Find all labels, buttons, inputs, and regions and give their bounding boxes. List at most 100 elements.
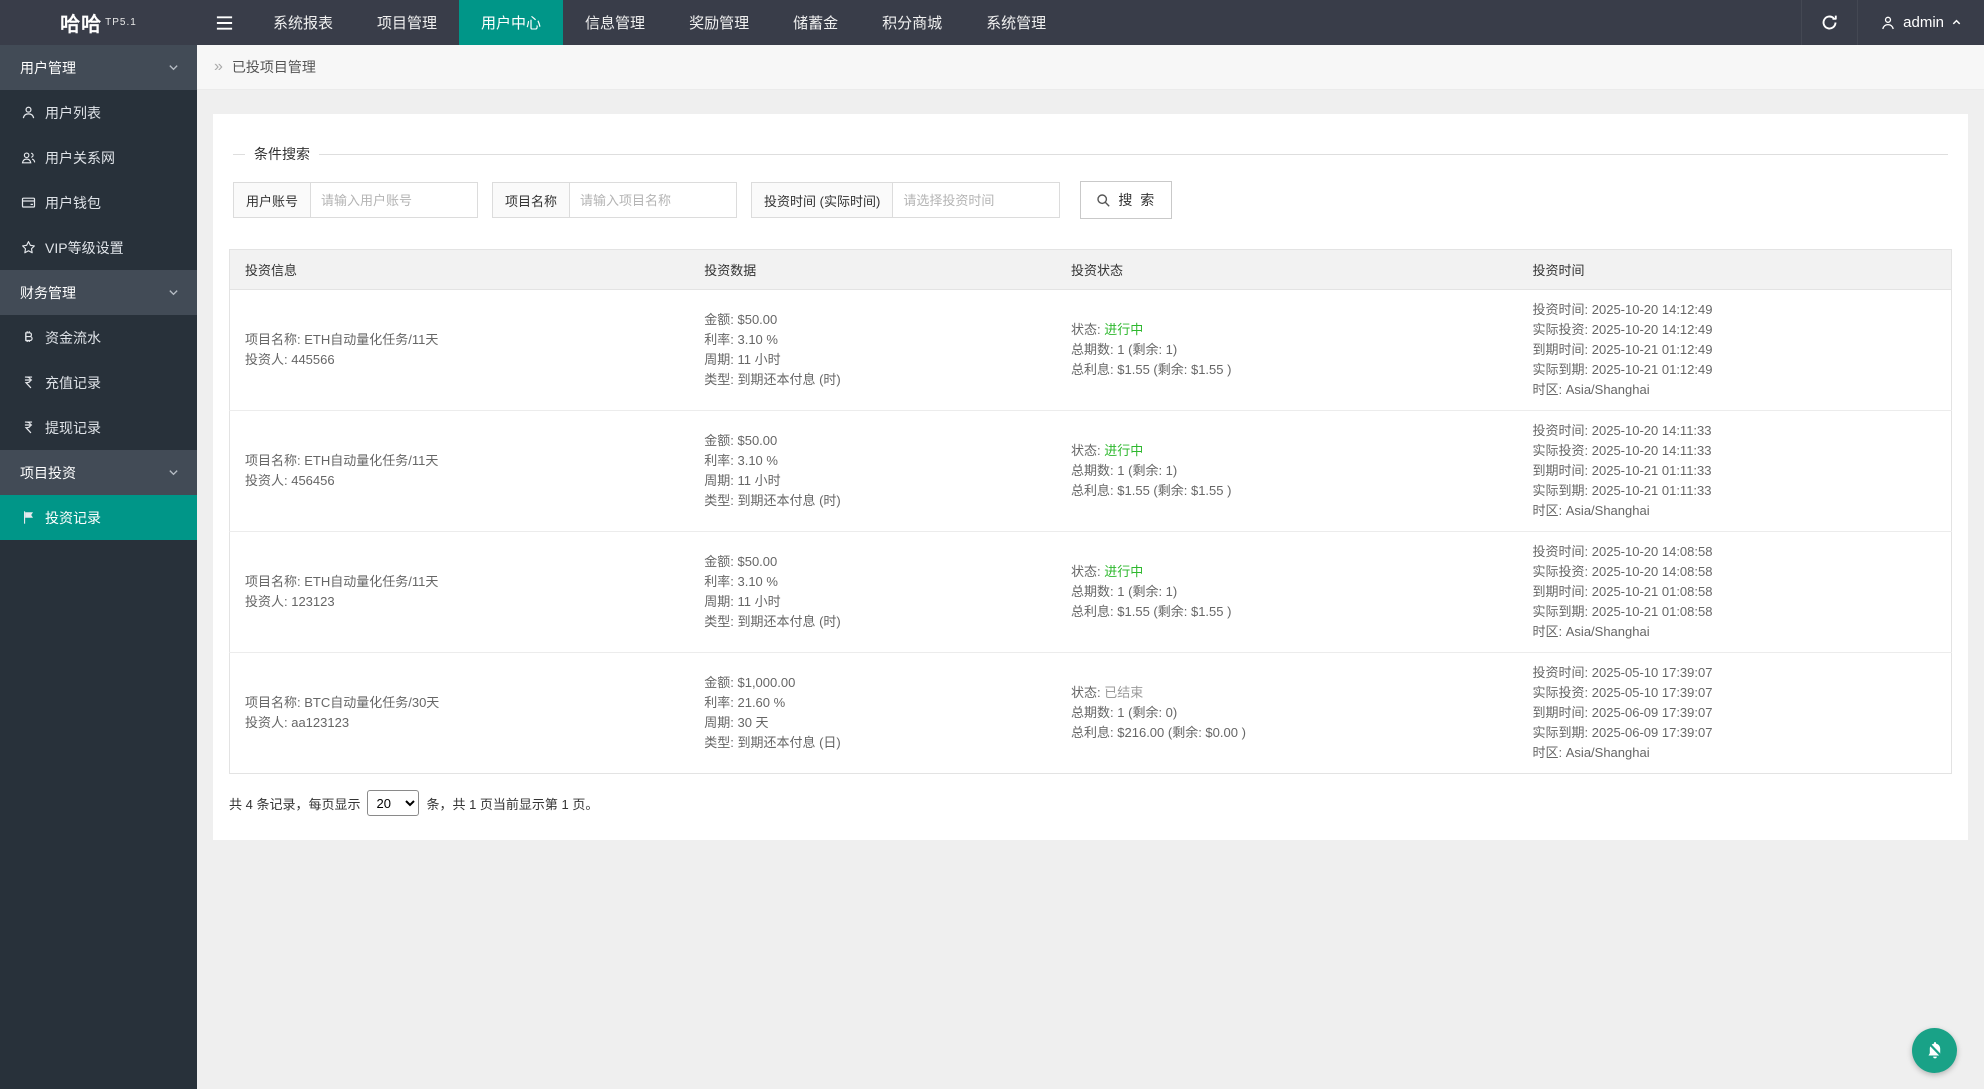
sidebar-item-label: 用户关系网 [45, 148, 115, 168]
status-line: 状态: 进行中 [1071, 562, 1502, 582]
cell-line: 投资人: aa123123 [245, 713, 674, 733]
sidebar: 用户管理用户列表用户关系网用户钱包 VIP等级设置财务管理资金流水充值记录提现记录… [0, 45, 197, 1089]
search-field-group: 项目名称 [492, 182, 737, 218]
project-name-input[interactable] [569, 182, 737, 218]
cell-line: 项目名称: ETH自动量化任务/11天 [245, 572, 674, 592]
invest-time-input[interactable] [892, 182, 1060, 218]
cell-line: 周期: 11 小时 [704, 471, 1041, 491]
table-row: 项目名称: BTC自动量化任务/30天投资人: aa123123金额: $1,0… [230, 653, 1952, 774]
cell-line: 投资时间: 2025-05-10 17:39:07 [1533, 663, 1936, 683]
cell-line: 时区: Asia/Shanghai [1533, 380, 1936, 400]
cell-invest-status: 状态: 已结束总期数: 1 (剩余: 0)总利息: $216.00 (剩余: $… [1056, 653, 1517, 774]
top-nav-tab[interactable]: 项目管理 [355, 0, 459, 45]
status-badge: 进行中 [1104, 443, 1143, 458]
cell-line: 金额: $1,000.00 [704, 673, 1041, 693]
cell-line: 到期时间: 2025-10-21 01:12:49 [1533, 340, 1936, 360]
user-icon [20, 105, 36, 121]
top-nav-tab[interactable]: 积分商城 [860, 0, 964, 45]
search-panel: 条件搜索 用户账号项目名称投资时间 (实际时间) 搜 索 [233, 144, 1948, 249]
cell-line: 总期数: 1 (剩余: 1) [1071, 340, 1502, 360]
top-nav-tab[interactable]: 系统管理 [964, 0, 1068, 45]
cell-line: 实际到期: 2025-10-21 01:08:58 [1533, 602, 1936, 622]
cell-line: 投资人: 123123 [245, 592, 674, 612]
flag-icon [20, 510, 36, 526]
cell-line: 时区: Asia/Shanghai [1533, 622, 1936, 642]
sidebar-group-label: 财务管理 [20, 283, 76, 303]
sidebar-item[interactable]: 用户钱包 [0, 180, 197, 225]
cell-line: 实际到期: 2025-06-09 17:39:07 [1533, 723, 1936, 743]
refresh-icon [1820, 13, 1839, 32]
table-row: 项目名称: ETH自动量化任务/11天投资人: 456456 金额: $50.00… [230, 411, 1952, 532]
top-nav-tab[interactable]: 系统报表 [251, 0, 355, 45]
bitcoin-icon [20, 330, 36, 346]
main-area: » 已投项目管理 条件搜索 用户账号项目名称投资时间 (实际时间) 搜 索 [197, 45, 1984, 1089]
cell-invest-info: 项目名称: ETH自动量化任务/11天投资人: 456456 [230, 411, 690, 532]
status-label: 状态: [1071, 443, 1104, 458]
table-row: 项目名称: ETH自动量化任务/11天投资人: 123123金额: $50.00… [230, 532, 1952, 653]
account-input[interactable] [310, 182, 478, 218]
sidebar-item[interactable]: 资金流水 [0, 315, 197, 360]
cell-line: 周期: 30 天 [704, 713, 1041, 733]
cell-line: 实际投资: 2025-05-10 17:39:07 [1533, 683, 1936, 703]
users-icon [20, 150, 36, 166]
sidebar-group-title[interactable]: 项目投资 [0, 450, 197, 495]
bell-slash-icon [1923, 1039, 1947, 1063]
sidebar-item[interactable]: 用户列表 [0, 90, 197, 135]
top-nav-tab[interactable]: 信息管理 [563, 0, 667, 45]
cell-line: 类型: 到期还本付息 (时) [704, 370, 1041, 390]
hamburger-icon[interactable] [197, 0, 251, 45]
sidebar-group-title[interactable]: 财务管理 [0, 270, 197, 315]
user-icon [1880, 15, 1896, 31]
chevron-down-icon [168, 287, 179, 298]
rupee-icon [20, 420, 36, 436]
breadcrumb-arrow-icon: » [214, 58, 223, 76]
cell-line: 投资时间: 2025-10-20 14:11:33 [1533, 421, 1936, 441]
sidebar-group-title[interactable]: 用户管理 [0, 45, 197, 90]
sidebar-item[interactable]: 投资记录 [0, 495, 197, 540]
search-legend: 条件搜索 [245, 144, 319, 164]
cell-invest-status: 状态: 进行中总期数: 1 (剩余: 1)总利息: $1.55 (剩余: $1.… [1056, 411, 1517, 532]
cell-line: 类型: 到期还本付息 (日) [704, 733, 1041, 753]
project-name-label: 项目名称 [492, 182, 569, 218]
refresh-button[interactable] [1801, 0, 1857, 45]
per-page-select[interactable]: 20 [367, 790, 419, 816]
cell-line: 到期时间: 2025-10-21 01:11:33 [1533, 461, 1936, 481]
notification-mute-button[interactable] [1912, 1028, 1957, 1073]
search-row: 用户账号项目名称投资时间 (实际时间) 搜 索 [233, 181, 1948, 219]
cell-line: 实际到期: 2025-10-21 01:12:49 [1533, 360, 1936, 380]
cell-line: 项目名称: ETH自动量化任务/11天 [245, 451, 674, 471]
cell-invest-data: 金额: $50.00利率: 3.10 %周期: 11 小时类型: 到期还本付息 … [689, 290, 1056, 411]
top-nav-tab[interactable]: 用户中心 [459, 0, 563, 45]
sidebar-group-label: 用户管理 [20, 58, 76, 78]
cell-line: 总期数: 1 (剩余: 1) [1071, 461, 1502, 481]
username: admin [1903, 14, 1944, 31]
search-field-group: 投资时间 (实际时间) [751, 182, 1060, 218]
status-badge: 进行中 [1104, 322, 1143, 337]
top-nav-tab[interactable]: 储蓄金 [771, 0, 860, 45]
sidebar-item-label: 用户钱包 [45, 193, 101, 213]
logo-version: TP5.1 [105, 17, 137, 28]
search-button[interactable]: 搜 索 [1080, 181, 1172, 219]
page-title: 已投项目管理 [232, 57, 316, 77]
sidebar-item[interactable]: 充值记录 [0, 360, 197, 405]
star-icon [20, 240, 36, 256]
status-label: 状态: [1071, 685, 1104, 700]
cell-invest-info: 项目名称: ETH自动量化任务/11天投资人: 445566 [230, 290, 690, 411]
app-logo[interactable]: 哈哈 TP5.1 [0, 0, 197, 45]
search-icon [1096, 193, 1111, 208]
header-right: admin [1801, 0, 1984, 45]
status-line: 状态: 进行中 [1071, 320, 1502, 340]
sidebar-item[interactable]: VIP等级设置 [0, 225, 197, 270]
cell-line: 投资人: 445566 [245, 350, 674, 370]
sidebar-item[interactable]: 用户关系网 [0, 135, 197, 180]
cell-line: 周期: 11 小时 [704, 350, 1041, 370]
cell-line: 实际投资: 2025-10-20 14:12:49 [1533, 320, 1936, 340]
sidebar-item-label: VIP等级设置 [45, 238, 124, 258]
top-header: 哈哈 TP5.1 系统报表项目管理用户中心信息管理奖励管理储蓄金积分商城系统管理… [0, 0, 1984, 45]
cell-line: 总利息: $216.00 (剩余: $0.00 ) [1071, 723, 1502, 743]
cell-line: 金额: $50.00 [704, 431, 1041, 451]
sidebar-item[interactable]: 提现记录 [0, 405, 197, 450]
top-nav: 系统报表项目管理用户中心信息管理奖励管理储蓄金积分商城系统管理 [251, 0, 1068, 45]
top-nav-tab[interactable]: 奖励管理 [667, 0, 771, 45]
user-menu[interactable]: admin [1857, 0, 1984, 45]
